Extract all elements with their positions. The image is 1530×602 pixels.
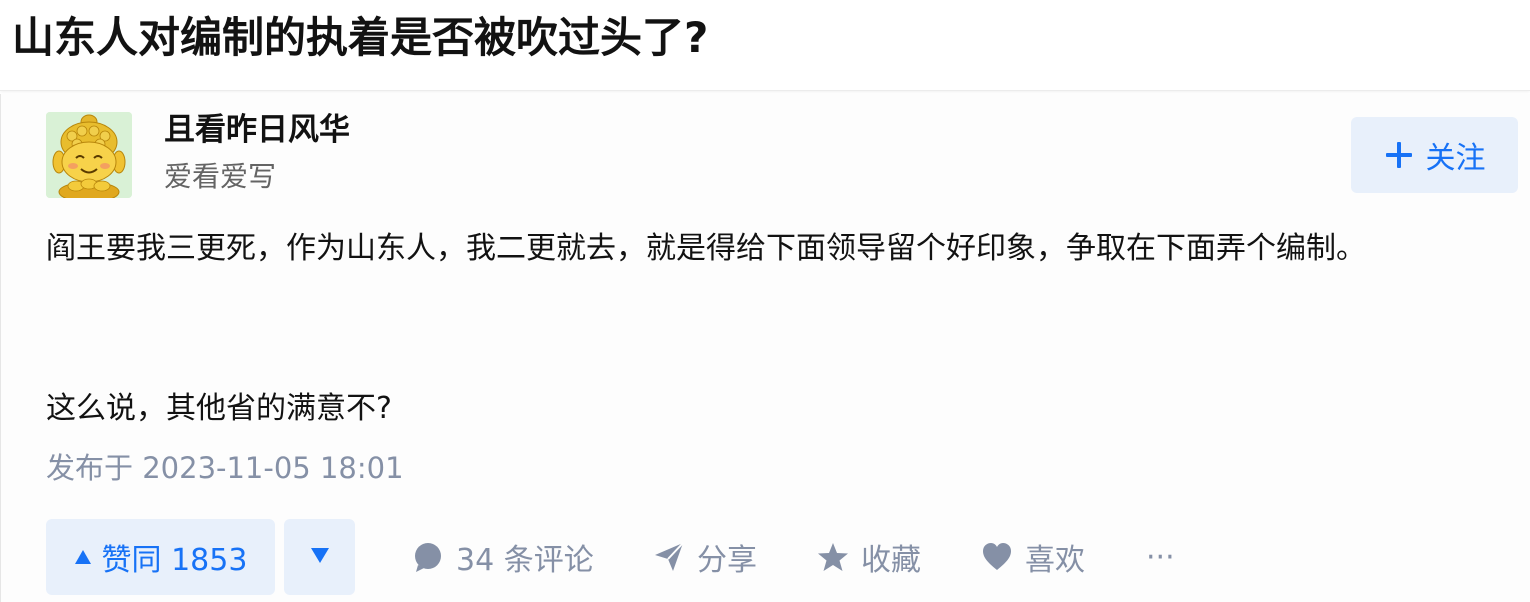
publish-time[interactable]: 发布于 2023-11-05 18:01 <box>46 446 404 490</box>
vote-down-button[interactable] <box>284 519 355 595</box>
share-button[interactable]: 分享 <box>653 534 757 580</box>
like-button[interactable]: 喜欢 <box>981 534 1085 580</box>
author-avatar[interactable] <box>46 112 132 198</box>
like-label: 喜欢 <box>1025 543 1085 578</box>
star-icon <box>817 541 849 573</box>
plus-icon <box>1384 140 1414 170</box>
favorite-label: 收藏 <box>861 543 921 578</box>
author-headline: 爱看爱写 <box>164 160 277 193</box>
triangle-up-icon <box>74 549 92 565</box>
page: 山东人对编制的执着是否被吹过头了? 且看昨日风华 爱看爱写 关注 阎王要我三更死… <box>0 0 1530 602</box>
paper-plane-icon <box>653 541 685 573</box>
answer-paragraph-2: 这么说，其他省的满意不? <box>46 391 392 426</box>
comment-bubble-icon <box>412 541 444 573</box>
comments-button[interactable]: 34 条评论 <box>412 534 594 580</box>
more-options-button[interactable]: ··· <box>1146 534 1175 580</box>
share-label: 分享 <box>697 543 757 578</box>
favorite-button[interactable]: 收藏 <box>817 534 921 580</box>
follow-label: 关注 <box>1425 141 1486 176</box>
answer-paragraph-1: 阎王要我三更死，作为山东人，我二更就去，就是得给下面领导留个好印象，争取在下面弄… <box>46 231 1366 266</box>
question-header: 山东人对编制的执着是否被吹过头了? <box>0 0 1530 91</box>
question-title[interactable]: 山东人对编制的执着是否被吹过头了? <box>12 8 708 68</box>
golden-buddha-avatar-icon <box>46 112 132 198</box>
answer-card: 且看昨日风华 爱看爱写 关注 阎王要我三更死，作为山东人，我二更就去，就是得给下… <box>0 94 1530 602</box>
triangle-down-icon <box>310 546 330 568</box>
follow-button[interactable]: 关注 <box>1351 117 1518 193</box>
heart-icon <box>981 541 1013 573</box>
vote-up-button[interactable]: 赞同 1853 <box>46 519 275 595</box>
author-name[interactable]: 且看昨日风华 <box>164 110 350 150</box>
vote-up-label: 赞同 1853 <box>101 543 248 578</box>
comments-label: 34 条评论 <box>456 543 594 578</box>
more-label: ··· <box>1146 539 1175 575</box>
card-divider <box>0 94 1 602</box>
